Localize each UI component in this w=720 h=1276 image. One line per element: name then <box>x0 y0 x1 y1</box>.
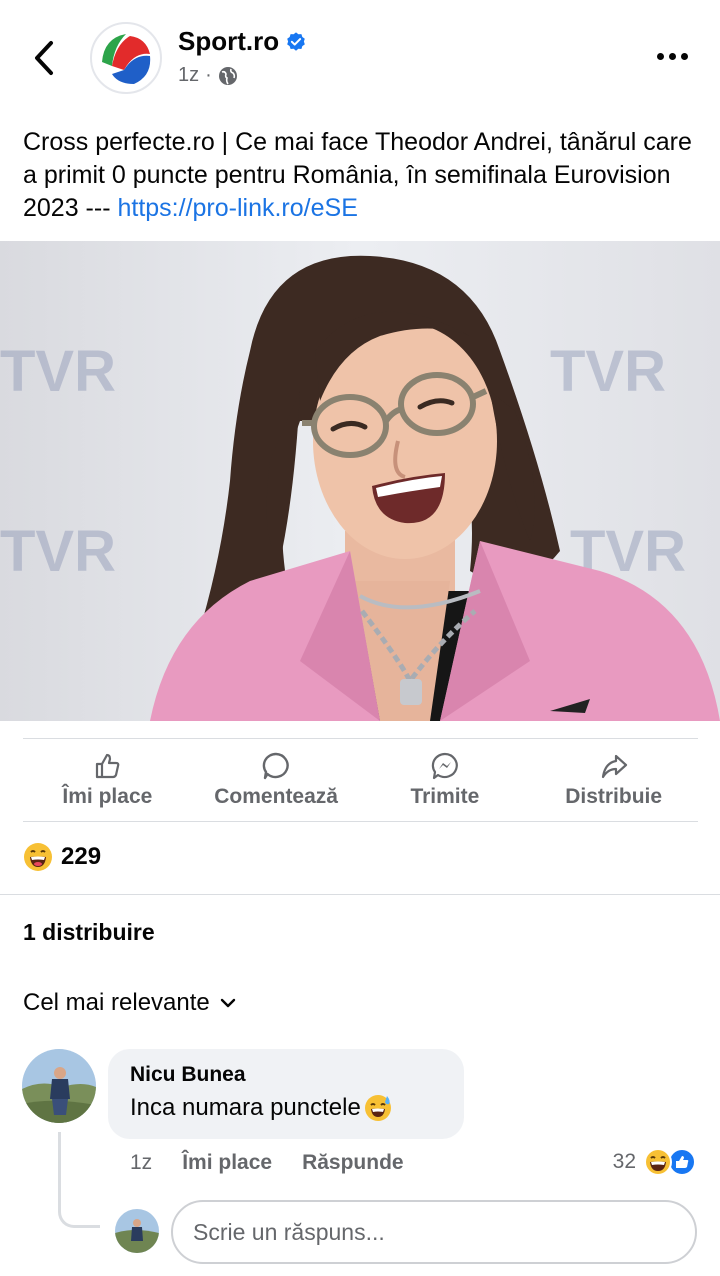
page-avatar[interactable] <box>90 22 162 94</box>
photo-illustration: TVR TVR TVR TVR <box>0 241 720 721</box>
reaction-summary[interactable]: 229 <box>23 842 101 872</box>
sort-label: Cel mai relevante <box>23 989 210 1016</box>
messenger-icon <box>431 752 458 780</box>
commenter-avatar[interactable] <box>22 1049 96 1123</box>
comment-sort-dropdown[interactable]: Cel mai relevante <box>23 989 236 1017</box>
comment-reactions[interactable]: 32 <box>613 1147 698 1177</box>
send-label: Trimite <box>410 785 480 808</box>
comment-time[interactable]: 1z <box>130 1151 152 1175</box>
comment-label: Comentează <box>214 785 338 808</box>
chevron-down-icon <box>220 998 235 1008</box>
post-link[interactable]: https://pro-link.ro/eSE <box>117 194 357 222</box>
post-action-bar: Îmi place Comentează Trimite Distribuie <box>23 738 698 822</box>
backdrop-logo: TVR <box>0 519 116 584</box>
post-time[interactable]: 1z <box>178 64 199 87</box>
shares-count[interactable]: 1 distribuire <box>23 919 155 946</box>
page-name-label[interactable]: Sport.ro <box>178 26 279 57</box>
sport-ro-logo-icon <box>96 28 156 88</box>
post-text: Cross perfecte.ro | Ce mai face Theodor … <box>23 126 703 225</box>
globe-icon <box>218 66 237 85</box>
comment-reply-button[interactable]: Răspunde <box>302 1151 404 1175</box>
meta-separator: · <box>205 64 212 86</box>
post-header: Sport.ro 1z · <box>0 0 720 120</box>
comment-button[interactable]: Comentează <box>192 739 361 821</box>
share-arrow-icon <box>601 754 627 779</box>
share-button[interactable]: Distribuie <box>529 739 698 821</box>
comment-actions: 1z Îmi place Răspunde <box>130 1151 404 1175</box>
comment-icon <box>262 752 289 780</box>
like-label: Îmi place <box>62 785 153 808</box>
thread-line <box>58 1132 100 1228</box>
more-options-icon[interactable] <box>652 44 692 68</box>
comment-like-button[interactable]: Îmi place <box>182 1151 272 1175</box>
verified-badge-icon <box>287 31 305 51</box>
send-button[interactable]: Trimite <box>361 739 530 821</box>
reply-input[interactable] <box>171 1200 697 1264</box>
laughing-emoji-icon <box>24 843 52 871</box>
share-label: Distribuie <box>565 785 663 808</box>
post-photo[interactable]: TVR TVR TVR TVR <box>0 241 720 721</box>
thumbs-up-icon <box>96 753 120 779</box>
divider <box>0 894 720 895</box>
page-name[interactable]: Sport.ro <box>178 26 307 57</box>
reaction-count: 229 <box>61 843 102 870</box>
backdrop-logo: TVR <box>0 339 116 404</box>
comment-body: Inca numara punctele <box>130 1094 361 1121</box>
comment-bubble[interactable]: Nicu Bunea Inca numara punctele <box>108 1049 464 1139</box>
post-meta: 1z · <box>178 64 238 87</box>
haha-like-reaction-icons <box>644 1148 696 1176</box>
sweat-smile-emoji-icon <box>364 1095 391 1121</box>
back-icon[interactable] <box>26 38 62 78</box>
comment-text: Inca numara punctele <box>130 1093 442 1123</box>
backdrop-logo: TVR <box>550 339 666 404</box>
like-button[interactable]: Îmi place <box>23 739 192 821</box>
current-user-avatar <box>115 1209 159 1253</box>
comment-author[interactable]: Nicu Bunea <box>130 1063 442 1087</box>
comment-reaction-count: 32 <box>612 1150 636 1173</box>
